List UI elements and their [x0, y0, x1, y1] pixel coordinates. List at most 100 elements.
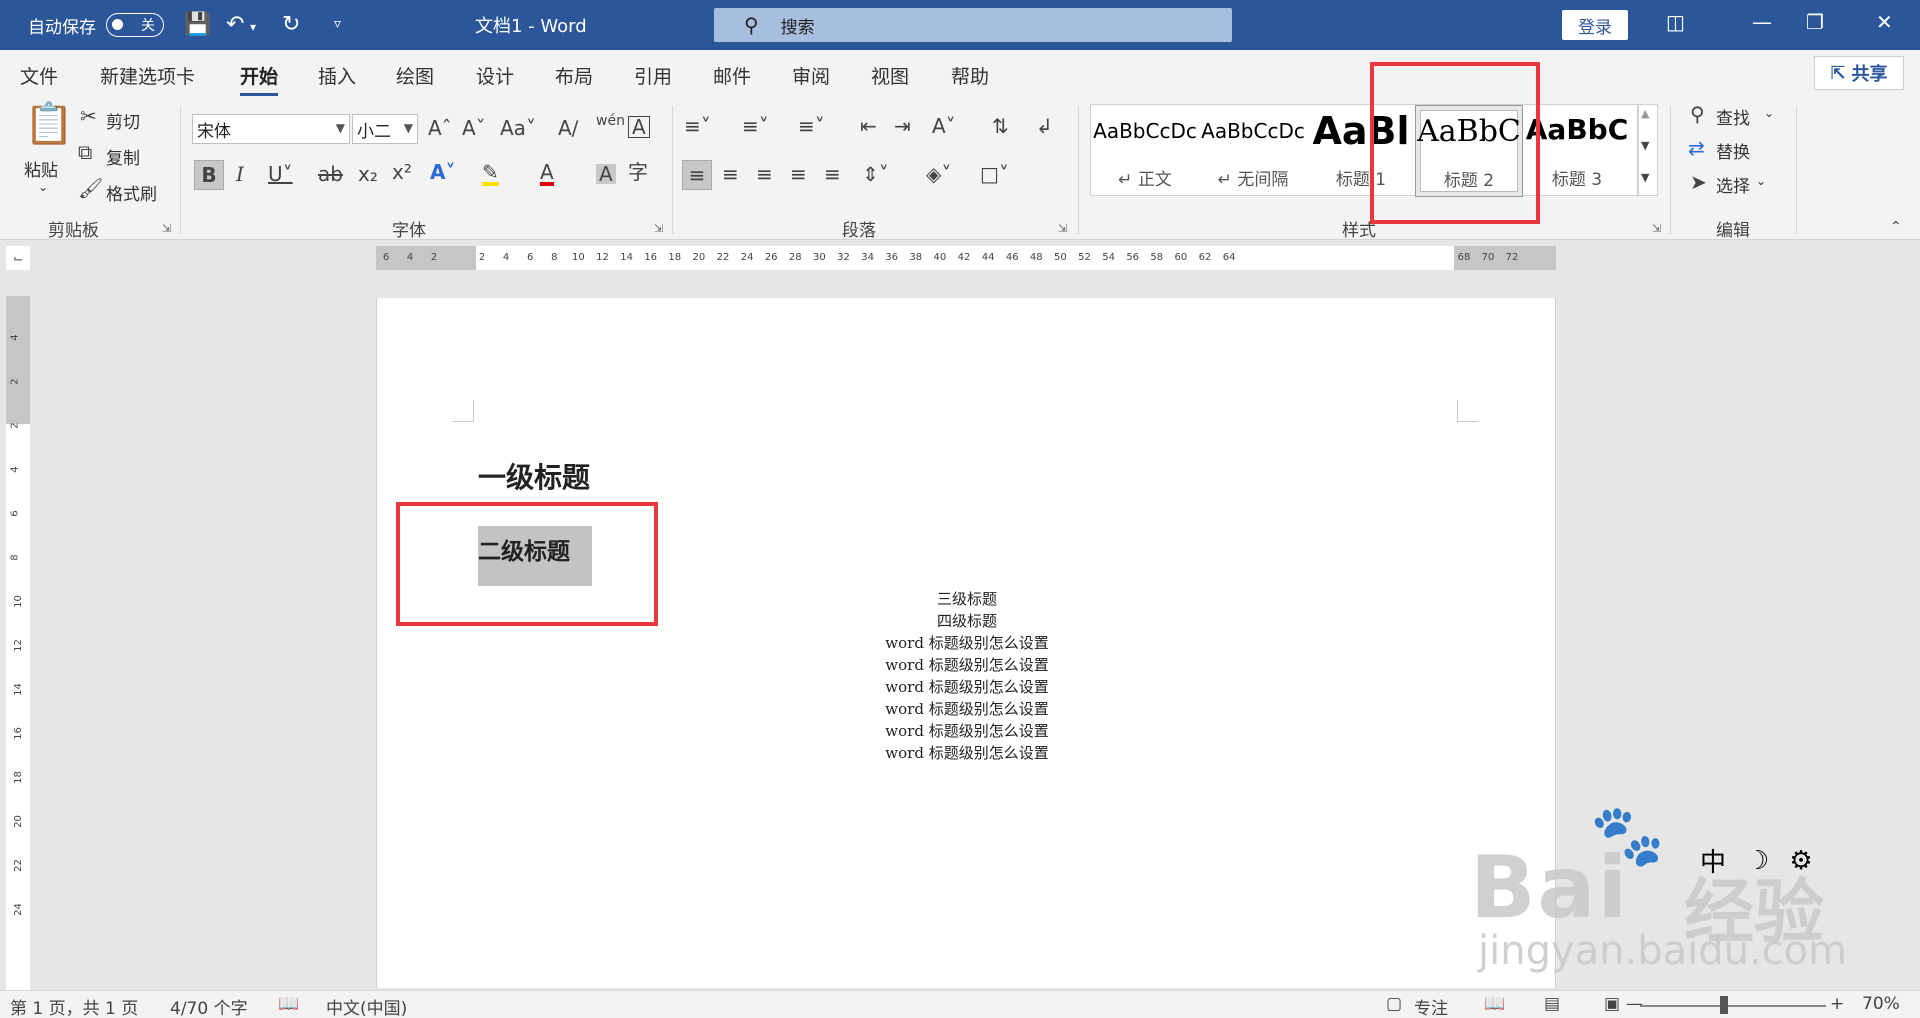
borders-icon[interactable]: □˅: [980, 164, 1009, 184]
tab-file[interactable]: 文件: [20, 62, 58, 89]
phonetic-guide-icon[interactable]: wén: [596, 114, 625, 128]
enclose-characters-icon[interactable]: 字: [628, 162, 648, 182]
clipboard-launcher-icon[interactable]: ⇲: [162, 222, 171, 235]
font-color-icon[interactable]: A: [540, 162, 554, 186]
document-page[interactable]: 一级标题 二级标题 三级标题 四级标题 word 标题级别怎么设置 word 标…: [376, 298, 1556, 988]
gallery-scroll[interactable]: ▲ ▼ ▼: [1638, 104, 1658, 196]
italic-button[interactable]: I: [236, 164, 244, 184]
body-text[interactable]: 三级标题 四级标题 word 标题级别怎么设置 word 标题级别怎么设置 wo…: [857, 588, 1077, 764]
tab-mailings[interactable]: 邮件: [713, 62, 751, 89]
tab-new[interactable]: 新建选项卡: [100, 62, 195, 89]
vertical-ruler[interactable]: 4 2 2 4 6 8 10 12 14 16 18 20 22 24: [6, 296, 30, 990]
status-bar: 第 1 页，共 1 页 4/70 个字 📖 中文(中国) ▢ 专注 📖 ▤ ▣ …: [0, 990, 1920, 1018]
heading-1-text[interactable]: 一级标题: [478, 456, 590, 496]
shrink-font-icon[interactable]: Aˇ: [462, 118, 486, 138]
zoom-slider-thumb[interactable]: [1720, 996, 1728, 1014]
autosave-toggle[interactable]: 关: [106, 13, 164, 37]
gallery-more-icon[interactable]: ▼: [1641, 171, 1649, 184]
tab-selector-icon[interactable]: ⌙: [6, 246, 30, 270]
read-mode-icon[interactable]: 📖: [1484, 994, 1505, 1014]
moon-icon[interactable]: ☽: [1746, 846, 1769, 876]
font-name-combo[interactable]: 宋体 ▼: [192, 114, 350, 144]
zoom-in-icon[interactable]: +: [1830, 994, 1844, 1014]
subscript-button[interactable]: x₂: [358, 164, 378, 184]
save-icon[interactable]: 💾: [184, 12, 211, 37]
focus-icon[interactable]: ▢: [1386, 994, 1402, 1014]
text-effects-icon[interactable]: A˅: [430, 162, 455, 182]
line-spacing-icon[interactable]: ⇕˅: [862, 164, 889, 184]
paste-dropdown-icon[interactable]: ⌄: [38, 180, 48, 194]
bullets-icon[interactable]: ≡˅: [684, 116, 711, 136]
tab-help[interactable]: 帮助: [951, 62, 989, 89]
styles-launcher-icon[interactable]: ⇲: [1652, 222, 1661, 235]
undo-icon[interactable]: ↶: [226, 12, 244, 37]
change-case-icon[interactable]: Aa˅: [500, 118, 536, 138]
collapse-ribbon-icon[interactable]: ⌃: [1890, 220, 1902, 234]
bold-button[interactable]: B: [194, 160, 224, 190]
distributed-icon[interactable]: ≡: [824, 164, 841, 184]
font-size-combo[interactable]: 小二 ▼: [352, 114, 418, 144]
underline-button[interactable]: U˅: [268, 164, 293, 184]
tab-design[interactable]: 设计: [476, 62, 514, 89]
ime-toolbar[interactable]: 中 ☽ ⚙: [1700, 842, 1813, 879]
share-button[interactable]: ⇱ 共享: [1814, 56, 1904, 90]
zoom-out-icon[interactable]: —: [1626, 994, 1643, 1014]
ruler-tick-label: 62: [1198, 252, 1212, 263]
tab-draw[interactable]: 绘图: [396, 62, 434, 89]
login-button[interactable]: 登录: [1562, 10, 1628, 40]
tab-layout[interactable]: 布局: [555, 62, 593, 89]
shading-icon[interactable]: ◈˅: [926, 164, 951, 184]
search-box[interactable]: ⚲ 搜索: [714, 8, 1232, 42]
character-shading-icon[interactable]: A: [596, 164, 616, 184]
zoom-level[interactable]: 70%: [1862, 994, 1900, 1014]
body-line: word 标题级别怎么设置: [885, 656, 1049, 674]
superscript-button[interactable]: x²: [392, 162, 412, 182]
chinese-layout-icon[interactable]: A˅: [932, 116, 956, 136]
style-no-spacing[interactable]: AaBbCcDc ↵ 无间隔: [1199, 105, 1307, 197]
ime-mode[interactable]: 中: [1700, 842, 1726, 879]
paragraph-launcher-icon[interactable]: ⇲: [1058, 222, 1067, 235]
clear-formatting-icon[interactable]: A∕: [558, 118, 578, 138]
gear-icon[interactable]: ⚙: [1789, 846, 1812, 876]
align-left-button[interactable]: ≡: [682, 160, 712, 190]
style-normal[interactable]: AaBbCcDc ↵ 正文: [1091, 105, 1199, 197]
justify-icon[interactable]: ≡: [790, 164, 807, 184]
tab-insert[interactable]: 插入: [318, 62, 356, 89]
autosave[interactable]: 自动保存 关: [28, 0, 164, 50]
increase-indent-icon[interactable]: ⇥: [894, 116, 911, 136]
character-border-icon[interactable]: A: [628, 116, 650, 138]
tab-view[interactable]: 视图: [871, 62, 909, 89]
decrease-indent-icon[interactable]: ⇤: [860, 116, 877, 136]
scroll-up-icon[interactable]: ▲: [1641, 107, 1649, 120]
align-right-icon[interactable]: ≡: [756, 164, 773, 184]
customize-toolbar-icon[interactable]: ▿: [334, 16, 341, 32]
page-count[interactable]: 第 1 页，共 1 页: [10, 994, 138, 1018]
tab-review[interactable]: 审阅: [792, 62, 830, 89]
numbering-icon[interactable]: ≡˅: [742, 116, 769, 136]
grow-font-icon[interactable]: Aˆ: [428, 118, 452, 138]
close-icon[interactable]: ✕: [1876, 10, 1893, 34]
strikethrough-button[interactable]: ab: [318, 164, 343, 184]
show-marks-icon[interactable]: ↲: [1036, 116, 1053, 136]
minimize-icon[interactable]: —: [1752, 10, 1772, 34]
ribbon-display-icon[interactable]: ◫: [1666, 10, 1685, 34]
proofing-icon[interactable]: 📖: [278, 994, 299, 1014]
restore-icon[interactable]: ❐: [1806, 10, 1824, 34]
highlight-icon[interactable]: ✎: [482, 162, 499, 186]
undo-dropdown-icon[interactable]: ▾: [250, 20, 256, 34]
align-center-icon[interactable]: ≡: [722, 164, 739, 184]
tab-home[interactable]: 开始: [240, 62, 279, 96]
zoom-slider[interactable]: [1640, 1005, 1826, 1007]
scroll-down-icon[interactable]: ▼: [1641, 139, 1649, 152]
word-count[interactable]: 4/70 个字: [170, 994, 248, 1018]
focus-label[interactable]: 专注: [1414, 994, 1448, 1018]
font-launcher-icon[interactable]: ⇲: [654, 222, 663, 235]
redo-icon[interactable]: ↻: [282, 12, 300, 37]
web-layout-icon[interactable]: ▣: [1604, 994, 1620, 1014]
tab-references[interactable]: 引用: [634, 62, 672, 89]
language[interactable]: 中文(中国): [326, 994, 407, 1018]
multilevel-list-icon[interactable]: ≡˅: [798, 116, 825, 136]
sort-icon[interactable]: ⇅: [992, 116, 1009, 136]
print-layout-icon[interactable]: ▤: [1544, 994, 1560, 1014]
horizontal-ruler[interactable]: 6 4 2 2 4 6 8 10 12 14 16 18 20 22 24 26 28 30 32 34 36 38 40 4…: [376, 246, 1556, 270]
